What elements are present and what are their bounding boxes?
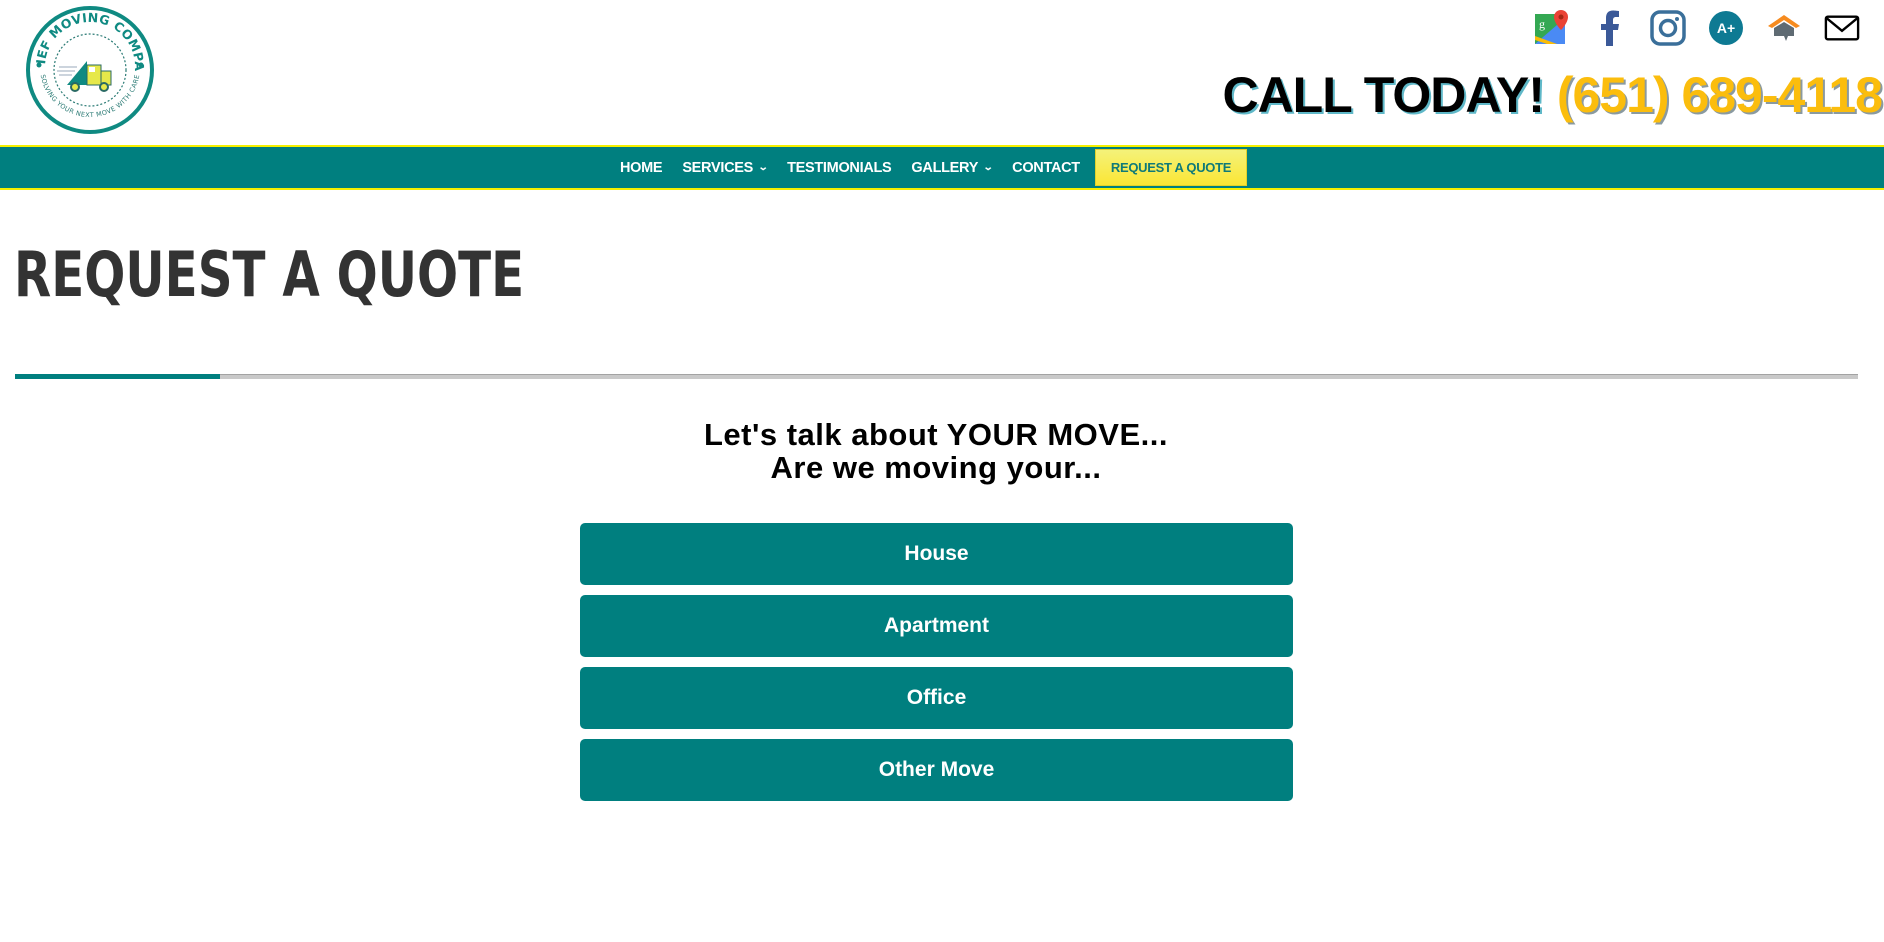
nav-item-testimonials[interactable]: TESTIMONIALS (787, 159, 892, 176)
bbb-a-plus-icon[interactable]: A+ (1708, 9, 1744, 47)
site-header: RELIEF MOVING COMPANY SOLVING YOUR NEXT … (0, 0, 1884, 145)
nav-item-home[interactable]: HOME (620, 159, 663, 176)
logo-graphic: RELIEF MOVING COMPANY SOLVING YOUR NEXT … (19, 0, 154, 134)
bbb-rating-text: A+ (1717, 20, 1735, 36)
page-title: REQUEST A QUOTE (14, 238, 525, 311)
nav-item-label: CONTACT (1012, 159, 1080, 176)
facebook-icon[interactable] (1592, 9, 1628, 47)
main-nav: HOME SERVICES ⌄ TESTIMONIALS GALLERY ⌄ C… (0, 145, 1884, 190)
company-logo[interactable]: RELIEF MOVING COMPANY SOLVING YOUR NEXT … (19, 0, 155, 135)
title-divider (15, 374, 1858, 379)
social-icons: g A+ (1534, 9, 1860, 47)
chevron-down-icon: ⌄ (982, 162, 994, 173)
call-today-banner: CALL TODAY! (651) 689-4118 (1222, 66, 1883, 124)
nav-item-services[interactable]: SERVICES ⌄ (682, 159, 769, 176)
phone-number-link[interactable]: (651) 689-4118 (1557, 67, 1883, 123)
instagram-icon[interactable] (1650, 9, 1686, 47)
nav-item-label: GALLERY (911, 159, 979, 176)
nav-item-contact[interactable]: CONTACT (1012, 160, 1080, 176)
nav-item-label: SERVICES (682, 159, 753, 176)
google-maps-icon[interactable]: g (1534, 9, 1570, 47)
option-apartment-button[interactable]: Apartment (580, 595, 1293, 657)
move-intro: Let's talk about YOUR MOVE... Are we mov… (0, 418, 1872, 484)
option-house-button[interactable]: House (580, 523, 1293, 585)
option-office-button[interactable]: Office (580, 667, 1293, 729)
email-icon[interactable] (1824, 9, 1860, 47)
chevron-down-icon: ⌄ (757, 162, 769, 173)
call-today-label: CALL TODAY! (1222, 67, 1544, 123)
request-quote-button[interactable]: REQUEST A QUOTE (1095, 149, 1247, 186)
nav-item-gallery[interactable]: GALLERY ⌄ (911, 159, 994, 176)
nav-item-label: HOME (620, 159, 663, 176)
homeadvisor-icon[interactable] (1766, 9, 1802, 47)
nav-item-label: TESTIMONIALS (787, 159, 892, 176)
move-type-options: House Apartment Office Other Move (580, 523, 1293, 811)
title-divider-accent (15, 374, 220, 379)
svg-text:g: g (1539, 17, 1545, 31)
intro-line-2: Are we moving your... (770, 450, 1102, 485)
intro-line-1: Let's talk about YOUR MOVE... (704, 417, 1168, 452)
nav-menu: HOME SERVICES ⌄ TESTIMONIALS GALLERY ⌄ C… (620, 147, 1100, 188)
option-other-move-button[interactable]: Other Move (580, 739, 1293, 801)
